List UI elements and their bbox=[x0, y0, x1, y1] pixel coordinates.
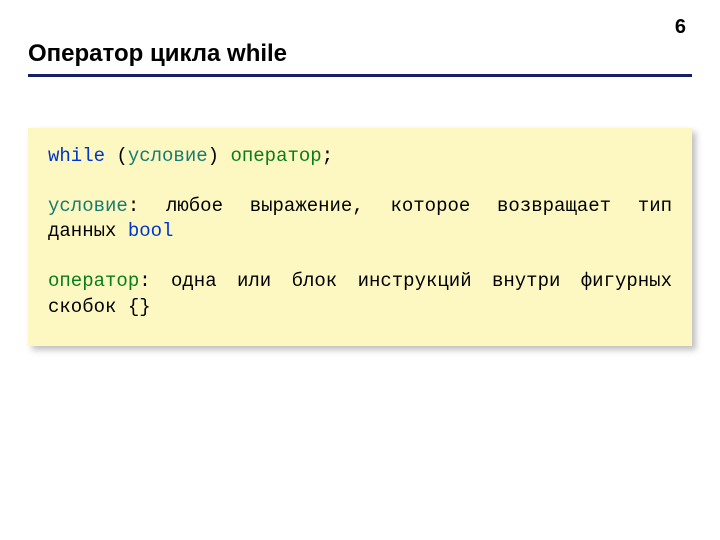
page-number: 6 bbox=[675, 16, 686, 39]
placeholder-condition: условие bbox=[128, 145, 208, 167]
keyword-bool: bool bbox=[128, 220, 174, 242]
keyword-while: while bbox=[48, 145, 105, 167]
blank-line bbox=[48, 170, 672, 194]
blank-line bbox=[48, 245, 672, 269]
paren-close: ) bbox=[208, 145, 231, 167]
label-condition: условие bbox=[48, 195, 128, 217]
title-underline bbox=[28, 74, 692, 77]
semicolon: ; bbox=[322, 145, 333, 167]
paren-open: ( bbox=[105, 145, 128, 167]
label-operator: оператор bbox=[48, 270, 139, 292]
operator-text: : одна или блок инструкций внутри фигурн… bbox=[48, 270, 672, 318]
condition-description: условие: любое выражение, которое возвра… bbox=[48, 194, 672, 245]
operator-description: оператор: одна или блок инструкций внутр… bbox=[48, 269, 672, 320]
syntax-line: while (условие) оператор; bbox=[48, 144, 672, 170]
slide-title: Оператор цикла while bbox=[28, 40, 287, 68]
code-block: while (условие) оператор; условие: любое… bbox=[28, 128, 692, 346]
placeholder-operator: оператор bbox=[230, 145, 321, 167]
